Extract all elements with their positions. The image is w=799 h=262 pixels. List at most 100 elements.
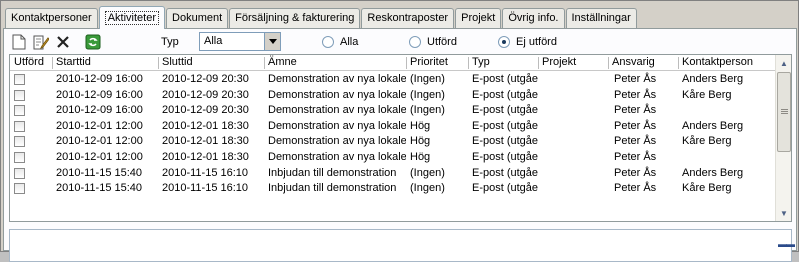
cell-end: 2010-12-09 20:30 — [162, 104, 249, 117]
tab-installningar[interactable]: Inställningar — [565, 8, 637, 28]
column-separator[interactable] — [52, 57, 53, 69]
grip-line — [781, 109, 788, 110]
cell-end: 2010-12-01 18:30 — [162, 135, 249, 148]
activities-panel: Typ Alla Alla Utförd Ej utförd Utförd St… — [3, 28, 797, 262]
filter-utford-label: Utförd — [427, 36, 457, 48]
notes-textarea[interactable] — [9, 229, 792, 262]
cell-type: E-post (utgående) — [472, 73, 538, 85]
cell-subject: Inbjudan till demonstration — [268, 182, 397, 195]
table-row[interactable]: 2010-11-15 15:40 2010-11-15 16:10 Inbjudan… — [10, 166, 776, 182]
column-separator[interactable] — [678, 57, 679, 69]
filter-ej-utford-label: Ej utförd — [516, 36, 557, 48]
cell-subject: Demonstration av nya lokaler — [268, 104, 406, 117]
cell-subject: Demonstration av nya lokaler — [268, 73, 406, 85]
type-dropdown[interactable]: Alla — [199, 32, 281, 51]
scrollbar-thumb[interactable] — [777, 72, 791, 152]
edit-icon[interactable] — [32, 33, 50, 51]
filter-alla-label: Alla — [340, 36, 359, 48]
table-row[interactable]: 2010-12-01 12:00 2010-12-01 18:30 Demonstr… — [10, 119, 776, 135]
grid-rows: 2010-12-09 16:00 2010-12-09 20:30 Demonstr… — [10, 72, 776, 197]
tab-aktiviteter-label: Aktiviteter — [104, 11, 160, 25]
tab-aktiviteter[interactable]: Aktiviteter — [98, 6, 166, 29]
cell-type: E-post (utgående) — [472, 135, 538, 148]
cell-subject: Inbjudan till demonstration — [268, 166, 397, 179]
column-separator[interactable] — [264, 57, 265, 69]
cell-contact — [682, 103, 776, 119]
done-checkbox[interactable] — [14, 74, 25, 85]
radio-dot — [409, 36, 421, 48]
vertical-scrollbar[interactable]: ▲ ▼ — [775, 55, 791, 221]
cell-end: 2010-12-01 18:30 — [162, 150, 249, 163]
column-separator[interactable] — [608, 57, 609, 69]
done-checkbox[interactable] — [14, 136, 25, 148]
column-separator[interactable] — [406, 57, 407, 69]
column-header-prioritet[interactable]: Prioritet — [408, 55, 468, 71]
cell-priority: (Ingen) — [410, 73, 445, 85]
cell-start: 2010-12-09 16:00 — [56, 104, 143, 117]
column-header-amne[interactable]: Ämne — [266, 55, 406, 71]
cell-project — [542, 150, 608, 166]
column-header-kontaktperson[interactable]: Kontaktperson — [680, 55, 776, 71]
tab-dokument[interactable]: Dokument — [166, 8, 229, 28]
tab-strip: Kontaktpersoner Aktiviteter Dokument För… — [5, 6, 638, 29]
cell-responsible: Peter Ås — [614, 182, 657, 195]
tab-forsaljning[interactable]: Försäljning & fakturering — [229, 8, 361, 28]
cell-responsible: Peter Ås — [614, 88, 657, 101]
table-row[interactable]: 2010-12-01 12:00 2010-12-01 18:30 Demonstr… — [10, 150, 776, 166]
cell-responsible: Peter Ås — [614, 73, 657, 85]
cell-project — [542, 88, 608, 104]
tab-reskontraposter[interactable]: Reskontraposter — [361, 8, 455, 28]
table-row[interactable]: 2010-12-09 16:00 2010-12-09 20:30 Demonstr… — [10, 72, 776, 88]
table-row[interactable]: 2010-11-15 15:40 2010-11-15 16:10 Inbjudan… — [10, 181, 776, 197]
cell-contact: Kåre Berg — [682, 135, 732, 148]
table-row[interactable]: 2010-12-09 16:00 2010-12-09 20:30 Demonstr… — [10, 88, 776, 104]
cell-responsible: Peter Ås — [614, 104, 657, 117]
done-checkbox[interactable] — [14, 151, 25, 163]
column-separator[interactable] — [538, 57, 539, 69]
scroll-up-icon[interactable]: ▲ — [776, 55, 791, 71]
filter-utford-radio[interactable]: Utförd — [409, 36, 457, 48]
new-document-icon[interactable] — [10, 33, 28, 51]
tab-kontaktpersoner[interactable]: Kontaktpersoner — [5, 8, 98, 28]
column-header-typ[interactable]: Typ — [470, 55, 538, 71]
column-separator[interactable] — [158, 57, 159, 69]
column-header-starttid[interactable]: Starttid — [54, 55, 158, 71]
type-dropdown-value: Alla — [204, 35, 223, 47]
table-row[interactable]: 2010-12-09 16:00 2010-12-09 20:30 Demonstr… — [10, 103, 776, 119]
filter-ej-utford-radio[interactable]: Ej utförd — [498, 36, 557, 48]
window-frame: Kontaktpersoner Aktiviteter Dokument För… — [0, 0, 799, 262]
done-checkbox[interactable] — [14, 105, 25, 117]
scroll-down-icon[interactable]: ▼ — [776, 205, 791, 221]
resize-grip-icon[interactable]: ▬▬ — [778, 239, 795, 249]
done-checkbox[interactable] — [14, 183, 25, 195]
cell-start: 2010-11-15 15:40 — [56, 166, 143, 179]
cell-responsible: Peter Ås — [614, 150, 657, 163]
column-header-projekt[interactable]: Projekt — [540, 55, 610, 71]
cell-start: 2010-12-01 12:00 — [56, 119, 143, 132]
table-row[interactable]: 2010-12-01 12:00 2010-12-01 18:30 Demonstr… — [10, 134, 776, 150]
grip-line — [781, 111, 788, 112]
chevron-down-icon[interactable] — [264, 33, 280, 50]
column-header-ansvarig[interactable]: Ansvarig — [610, 55, 680, 71]
activities-grid[interactable]: Utförd Starttid Sluttid Ämne Prioritet T… — [9, 54, 792, 222]
column-separator[interactable] — [468, 57, 469, 69]
filter-alla-radio[interactable]: Alla — [322, 36, 358, 48]
tab-projekt[interactable]: Projekt — [455, 8, 502, 28]
radio-dot — [322, 36, 334, 48]
tab-ovrig-info[interactable]: Övrig info. — [502, 8, 565, 28]
done-checkbox[interactable] — [14, 167, 25, 179]
cell-project — [542, 72, 608, 88]
cell-contact: Anders Berg — [682, 119, 744, 132]
delete-icon[interactable] — [54, 33, 72, 51]
cell-responsible: Peter Ås — [614, 119, 657, 132]
column-header-utford[interactable]: Utförd — [12, 55, 56, 71]
cell-type: E-post (utgående) — [472, 150, 538, 163]
column-header-sluttid[interactable]: Sluttid — [160, 55, 264, 71]
done-checkbox[interactable] — [14, 120, 25, 132]
cell-priority: (Ingen) — [410, 88, 445, 101]
refresh-icon[interactable] — [84, 33, 102, 51]
cell-start: 2010-12-09 16:00 — [56, 73, 143, 85]
cell-type: E-post (utgående) — [472, 166, 538, 179]
cell-subject: Demonstration av nya lokaler — [268, 88, 406, 101]
done-checkbox[interactable] — [14, 89, 25, 101]
